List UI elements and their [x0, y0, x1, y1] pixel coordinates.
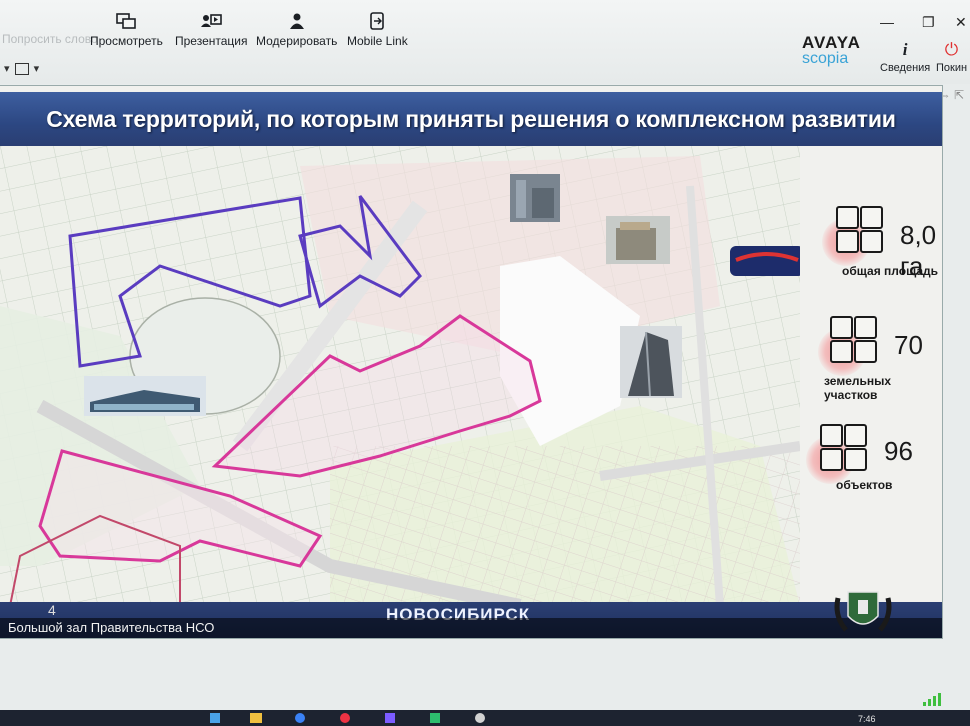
signal-strength-icon	[923, 693, 941, 706]
windows-taskbar	[0, 710, 970, 726]
presentation-icon	[201, 14, 223, 27]
objects-label: объектов	[836, 478, 893, 492]
leave-button[interactable]: ⏻ Покин	[936, 40, 967, 74]
expand-arrows-icon: ⇔ ⇱	[938, 88, 964, 102]
plots-stat-icon	[830, 316, 877, 363]
novosibirsk-coat-of-arms	[834, 591, 892, 632]
close-icon[interactable]: ✕	[955, 14, 967, 31]
power-icon: ⏻	[944, 40, 959, 59]
moderate-label: Модерировать	[256, 34, 338, 48]
brand-line2: scopia	[802, 50, 849, 67]
minimize-icon[interactable]: —	[880, 14, 894, 30]
territory-map	[0, 146, 942, 606]
dropdown-arrow-icon: ▾	[4, 63, 10, 75]
taskbar-app-icon-6[interactable]	[475, 713, 485, 723]
objects-stat-icon	[820, 424, 867, 471]
building-photo-2	[606, 216, 670, 264]
brand-line1: AVAYA	[802, 33, 861, 52]
taskbar-app-icon-3[interactable]	[340, 713, 350, 723]
theater-logo	[730, 246, 804, 276]
shared-presentation-slide: Схема территорий, по которым приняты реш…	[0, 86, 942, 638]
building-photo-4	[84, 376, 206, 416]
leave-label: Покин	[936, 62, 968, 74]
area-label: общая площадь	[842, 264, 939, 278]
plots-value: 70	[894, 330, 923, 360]
moderate-button[interactable]: Модерировать	[256, 12, 337, 48]
mobile-link-icon	[370, 12, 385, 30]
moderate-icon	[289, 13, 304, 29]
taskbar-app-icon-2[interactable]	[295, 713, 305, 723]
info-icon: i	[902, 40, 908, 59]
slide-number: 4	[48, 602, 56, 618]
request-speak-button[interactable]: Попросить слово	[2, 32, 98, 46]
start-icon[interactable]	[210, 713, 220, 723]
presentation-label: Презентация	[175, 34, 248, 48]
expand-nav[interactable]: ⇔ ⇱	[939, 88, 964, 102]
request-speak-label: Попросить слово	[2, 32, 98, 46]
taskbar-app-icon-4[interactable]	[385, 713, 395, 723]
taskbar-app-icon-5[interactable]	[430, 713, 440, 723]
mobile-link-button[interactable]: Mobile Link	[347, 12, 408, 48]
person-frame-icon	[14, 63, 29, 76]
taskbar-clock: 7:46	[858, 714, 876, 724]
view-button[interactable]: Просмотреть	[90, 12, 163, 48]
restore-icon[interactable]: ❐	[922, 14, 935, 31]
area-stat-icon	[836, 206, 883, 253]
mobile-link-label: Mobile Link	[347, 34, 408, 48]
building-photo-1	[510, 174, 560, 222]
layout-selector[interactable]: ▾ ▾	[4, 62, 40, 76]
view-icon	[116, 13, 137, 29]
building-photo-3	[620, 326, 682, 398]
slide-title: Схема территорий, по которым приняты реш…	[0, 92, 942, 146]
conference-toolbar: Попросить слово Просмотреть Презентация …	[0, 0, 970, 84]
objects-value: 96	[884, 436, 913, 466]
plots-label: земельных участков	[824, 374, 892, 402]
room-label: Большой зал Правительства НСО	[0, 618, 942, 638]
avaya-scopia-logo: AVAYA scopia	[802, 34, 861, 67]
info-label: Сведения	[880, 62, 931, 74]
presentation-button[interactable]: Презентация	[175, 12, 248, 48]
dropdown-arrow-icon-2: ▾	[33, 63, 40, 75]
info-button[interactable]: i Сведения	[880, 40, 930, 74]
taskbar-app-icon-1[interactable]	[250, 713, 262, 723]
view-label: Просмотреть	[90, 34, 163, 48]
